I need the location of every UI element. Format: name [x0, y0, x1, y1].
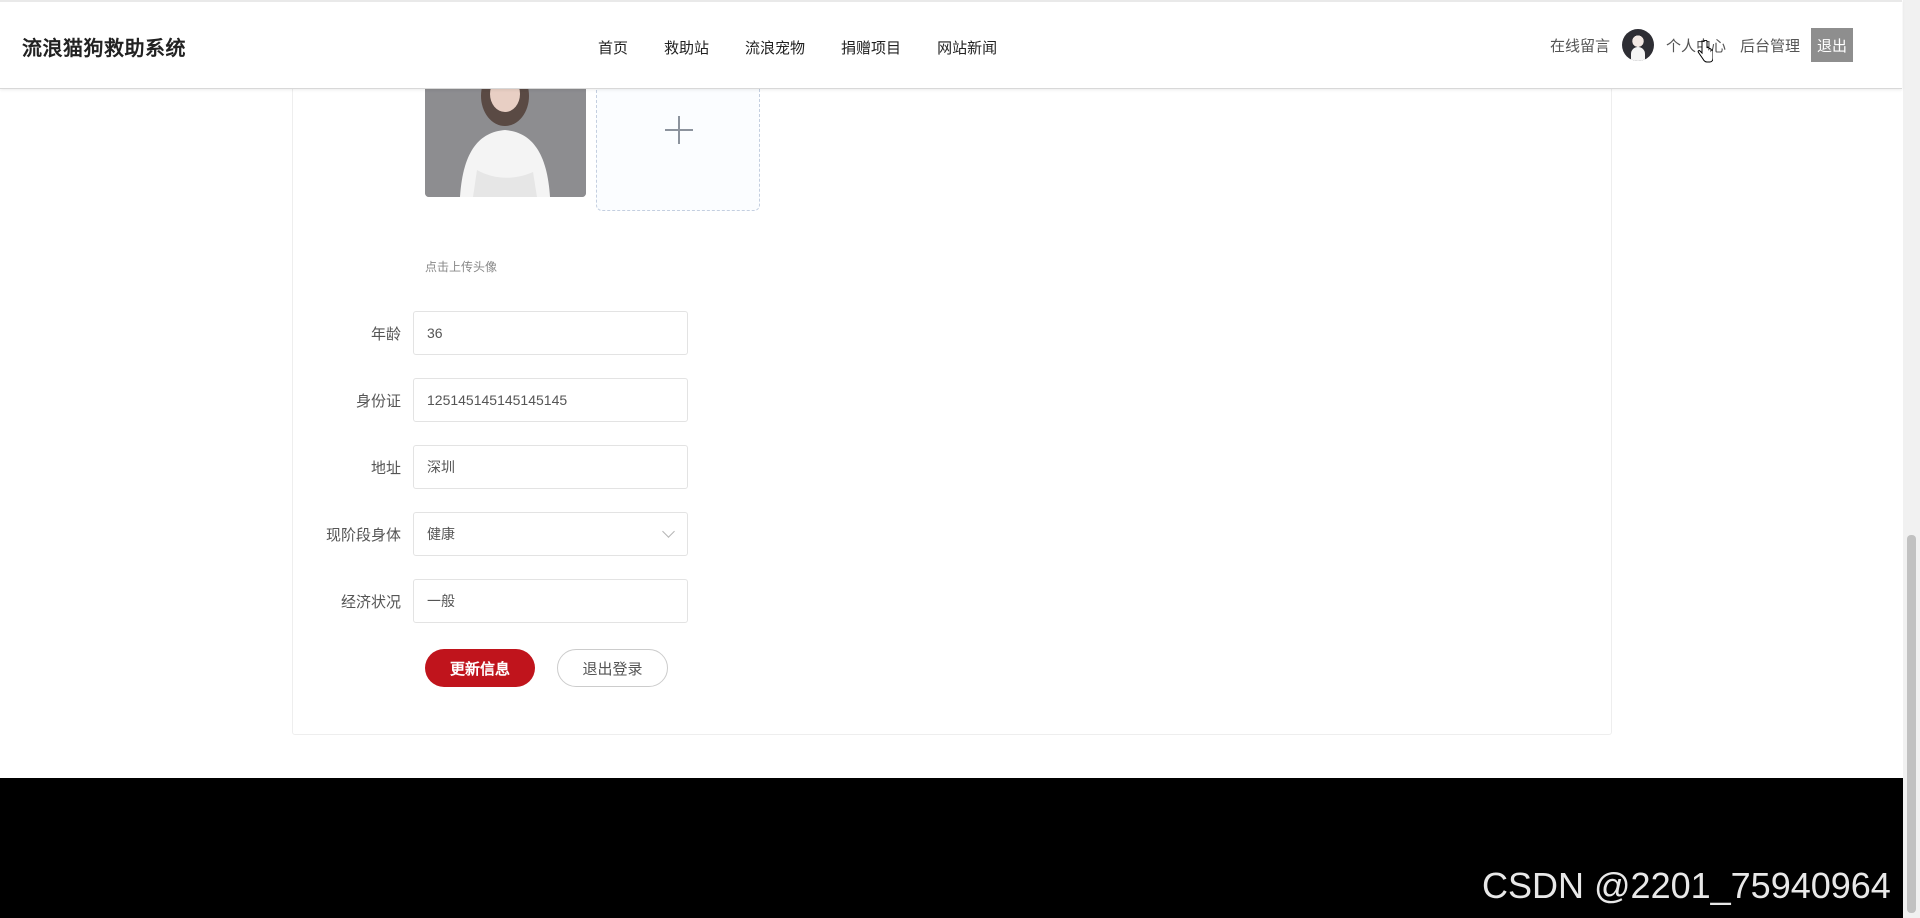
plus-icon [665, 116, 693, 144]
nav-item-rescue-station[interactable]: 救助站 [664, 37, 709, 58]
address-label: 地址 [370, 459, 401, 477]
id-card-input[interactable]: 125145145145145145 [413, 378, 688, 422]
logout-account-button[interactable]: 退出登录 [557, 649, 668, 687]
form-row-economy: 经济状况 一般 [300, 579, 688, 623]
header: 流浪猫狗救助系统 首页 救助站 流浪宠物 捐赠项目 网站新闻 在线留言 个人中心… [0, 0, 1902, 89]
age-input[interactable]: 36 [413, 311, 688, 355]
form-row-address: 地址 深圳 [300, 445, 688, 489]
admin-link[interactable]: 后台管理 [1740, 35, 1800, 56]
avatar-upload-button[interactable] [596, 75, 760, 211]
scrollbar-thumb[interactable] [1907, 535, 1916, 913]
id-card-label: 身份证 [355, 392, 401, 410]
update-info-button[interactable]: 更新信息 [425, 649, 535, 687]
economy-label: 经济状况 [340, 593, 401, 611]
economy-input[interactable]: 一般 [413, 579, 688, 623]
portrait-image [425, 80, 586, 197]
vertical-scrollbar[interactable] [1903, 0, 1920, 918]
nav-item-donation[interactable]: 捐赠项目 [841, 37, 901, 58]
avatar-photo [425, 80, 586, 197]
nav-item-news[interactable]: 网站新闻 [937, 37, 997, 58]
nav-item-stray-pets[interactable]: 流浪宠物 [745, 37, 805, 58]
form-row-id-card: 身份证 125145145145145145 [300, 378, 688, 422]
health-select-value: 健康 [427, 526, 455, 542]
age-label: 年龄 [370, 325, 401, 343]
chevron-down-icon [662, 525, 675, 538]
health-label: 现阶段身体 [325, 526, 401, 544]
logout-button[interactable]: 退出 [1811, 28, 1854, 62]
address-input[interactable]: 深圳 [413, 445, 688, 489]
nav-item-home[interactable]: 首页 [598, 37, 628, 58]
form-row-health: 现阶段身体 健康 [300, 512, 688, 556]
upload-tip: 点击上传头像 [425, 260, 498, 274]
pointer-cursor-icon [1697, 40, 1713, 63]
online-message-link[interactable]: 在线留言 [1550, 35, 1610, 56]
form-row-age: 年龄 36 [300, 311, 688, 355]
header-top-edge [0, 0, 1902, 2]
main-nav: 首页 救助站 流浪宠物 捐赠项目 网站新闻 [598, 37, 1033, 58]
site-title: 流浪猫狗救助系统 [22, 38, 186, 60]
avatar[interactable] [1622, 29, 1655, 61]
health-select[interactable]: 健康 [413, 512, 688, 556]
page: 点击上传头像 年龄 36 身份证 125145145145145145 地址 深… [0, 0, 1920, 918]
watermark: CSDN @2201_75940964 [1482, 865, 1891, 906]
